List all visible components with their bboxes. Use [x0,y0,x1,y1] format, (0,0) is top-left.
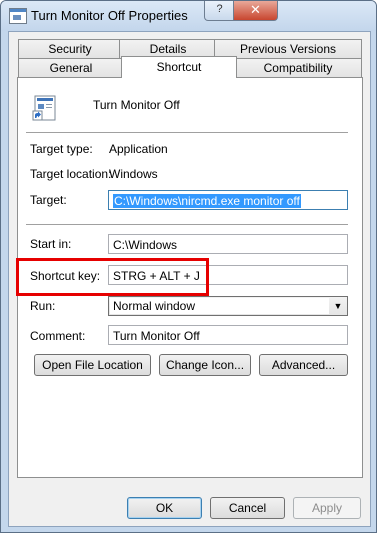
target-type-label: Target type: [30,142,93,156]
target-input[interactable]: C:\Windows\nircmd.exe monitor off [108,190,348,210]
open-file-location-button[interactable]: Open File Location [34,354,151,376]
ok-button[interactable]: OK [127,497,202,519]
apply-button[interactable]: Apply [293,497,361,519]
shortcut-file-icon [32,95,56,121]
comment-label: Comment: [30,329,86,343]
help-button[interactable]: ? [204,1,235,21]
close-button[interactable]: ✕ [233,1,278,21]
cancel-button[interactable]: Cancel [210,497,285,519]
properties-window: Turn Monitor Off Properties ? ✕ Security… [0,0,377,533]
target-input-value: C:\Windows\nircmd.exe monitor off [113,194,301,208]
window-app-icon [9,8,27,24]
separator [26,224,348,225]
comment-input[interactable]: Turn Monitor Off [108,325,348,345]
run-select[interactable]: Normal window ▼ [108,296,348,316]
target-location-value: Windows [109,167,158,181]
tab-shortcut[interactable]: Shortcut [121,56,237,78]
title-bar[interactable]: Turn Monitor Off Properties ? ✕ [1,1,376,31]
target-location-label: Target location: [30,167,112,181]
run-label: Run: [30,299,56,313]
target-type-value: Application [109,142,168,156]
red-highlight-box [16,258,209,296]
shortcut-name: Turn Monitor Off [93,98,180,112]
chevron-down-icon: ▼ [333,301,343,311]
change-icon-button[interactable]: Change Icon... [159,354,251,376]
advanced-button[interactable]: Advanced... [259,354,348,376]
run-select-value: Normal window [110,298,329,314]
tab-general[interactable]: General [18,58,124,77]
tab-security[interactable]: Security [18,39,122,58]
tab-compatibility[interactable]: Compatibility [234,58,362,77]
target-label: Target: [30,193,67,207]
separator [26,132,348,133]
window-title: Turn Monitor Off Properties [31,8,188,23]
start-in-input[interactable]: C:\Windows [108,234,348,254]
start-in-label: Start in: [30,237,72,251]
